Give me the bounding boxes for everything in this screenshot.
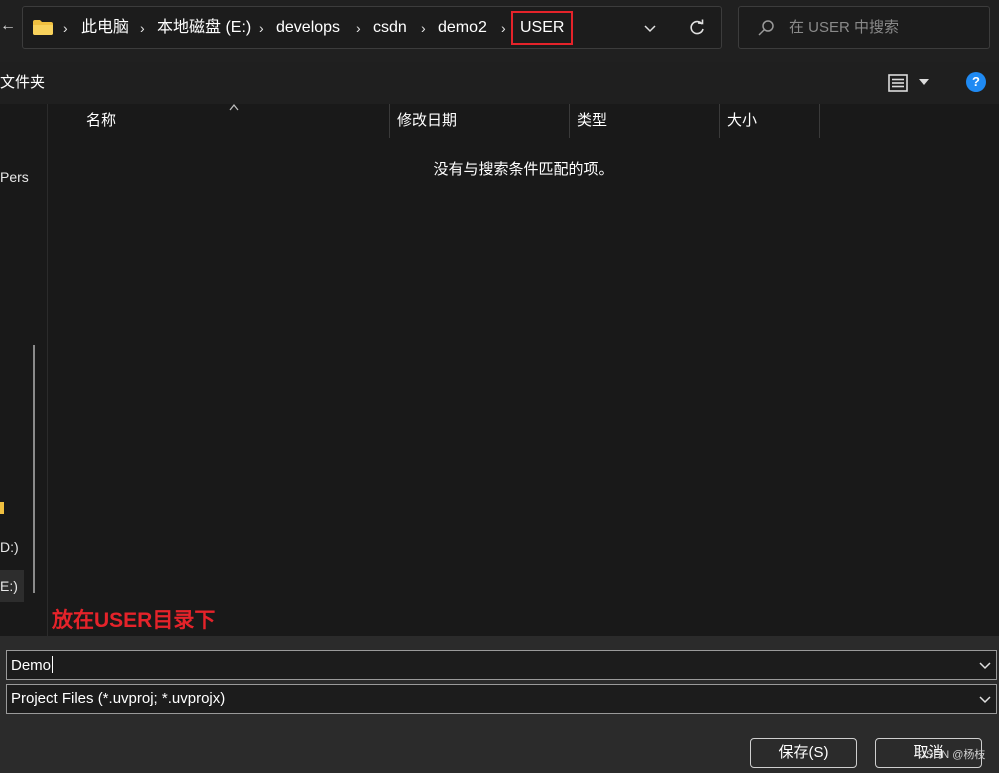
- filetype-select[interactable]: Project Files (*.uvproj; *.uvprojx): [6, 684, 997, 714]
- view-options-icon[interactable]: [888, 74, 908, 92]
- search-box[interactable]: 在 USER 中搜索: [738, 6, 990, 49]
- save-options-panel: Demo Project Files (*.uvproj; *.uvprojx)…: [0, 636, 999, 773]
- empty-results-message: 没有与搜索条件匹配的项。: [433, 161, 614, 178]
- filename-value: Demo: [11, 657, 52, 674]
- breadcrumb-local-disk-e[interactable]: 本地磁盘 (E:): [157, 18, 251, 38]
- column-divider[interactable]: [719, 104, 720, 138]
- column-header-date-modified[interactable]: 修改日期: [397, 104, 457, 138]
- view-dropdown-icon[interactable]: [918, 78, 930, 86]
- breadcrumb-user[interactable]: USER: [511, 11, 574, 45]
- chevron-down-icon[interactable]: [978, 693, 992, 705]
- navigation-pane[interactable]: Pers D:) E:): [0, 104, 29, 636]
- new-folder-button[interactable]: 文件夹: [0, 74, 45, 92]
- sort-ascending-icon: [229, 103, 239, 111]
- filetype-value: Project Files (*.uvproj; *.uvprojx): [11, 690, 226, 707]
- breadcrumb-demo2[interactable]: demo2: [438, 18, 487, 38]
- refresh-icon[interactable]: [687, 18, 707, 38]
- text-caret: [52, 656, 54, 673]
- save-button[interactable]: 保存(S): [750, 738, 857, 768]
- breadcrumb-separator: ›: [501, 20, 506, 36]
- breadcrumb-csdn[interactable]: csdn: [373, 18, 407, 38]
- nav-item-personal[interactable]: Pers: [0, 168, 29, 186]
- filename-combobox[interactable]: Demo: [6, 650, 997, 680]
- watermark: CSDN @杨枝: [918, 749, 986, 761]
- breadcrumb-this-pc[interactable]: 此电脑: [81, 18, 129, 38]
- back-arrow-icon[interactable]: ←: [0, 14, 16, 38]
- breadcrumb-separator: ›: [421, 20, 426, 36]
- chevron-down-icon[interactable]: [640, 18, 660, 38]
- folder-icon: [0, 502, 4, 514]
- address-box[interactable]: › 此电脑 › 本地磁盘 (E:) › develops › csdn › de…: [22, 6, 722, 49]
- search-icon: [758, 20, 774, 36]
- breadcrumb-develops[interactable]: develops: [276, 18, 340, 38]
- column-header-type[interactable]: 类型: [577, 104, 607, 138]
- command-bar: 文件夹 ?: [0, 62, 999, 104]
- column-header-name[interactable]: 名称: [86, 104, 116, 138]
- help-icon[interactable]: ?: [966, 72, 986, 92]
- column-header-size[interactable]: 大小: [727, 104, 757, 138]
- column-divider[interactable]: [819, 104, 820, 138]
- address-bar-row: ← › 此电脑 › 本地磁盘 (E:) › develops › csdn › …: [0, 0, 999, 62]
- column-divider[interactable]: [569, 104, 570, 138]
- filename-input[interactable]: Demo: [11, 656, 54, 675]
- annotation-text: 放在USER目录下: [52, 609, 216, 632]
- search-input[interactable]: 在 USER 中搜索: [789, 19, 899, 37]
- nav-item-drive-e[interactable]: E:): [0, 577, 18, 595]
- nav-item-drive-d[interactable]: D:): [0, 538, 19, 556]
- file-list[interactable]: 名称 修改日期 类型 大小 没有与搜索条件匹配的项。 放在USER目录下: [48, 103, 999, 636]
- breadcrumb-separator: ›: [140, 20, 145, 36]
- folder-icon: [33, 20, 53, 35]
- breadcrumb-separator: ›: [63, 20, 68, 36]
- chevron-down-icon[interactable]: [978, 659, 992, 671]
- column-divider[interactable]: [389, 104, 390, 138]
- nav-scrollbar[interactable]: [33, 345, 35, 593]
- breadcrumb-separator: ›: [356, 20, 361, 36]
- breadcrumb-separator: ›: [259, 20, 264, 36]
